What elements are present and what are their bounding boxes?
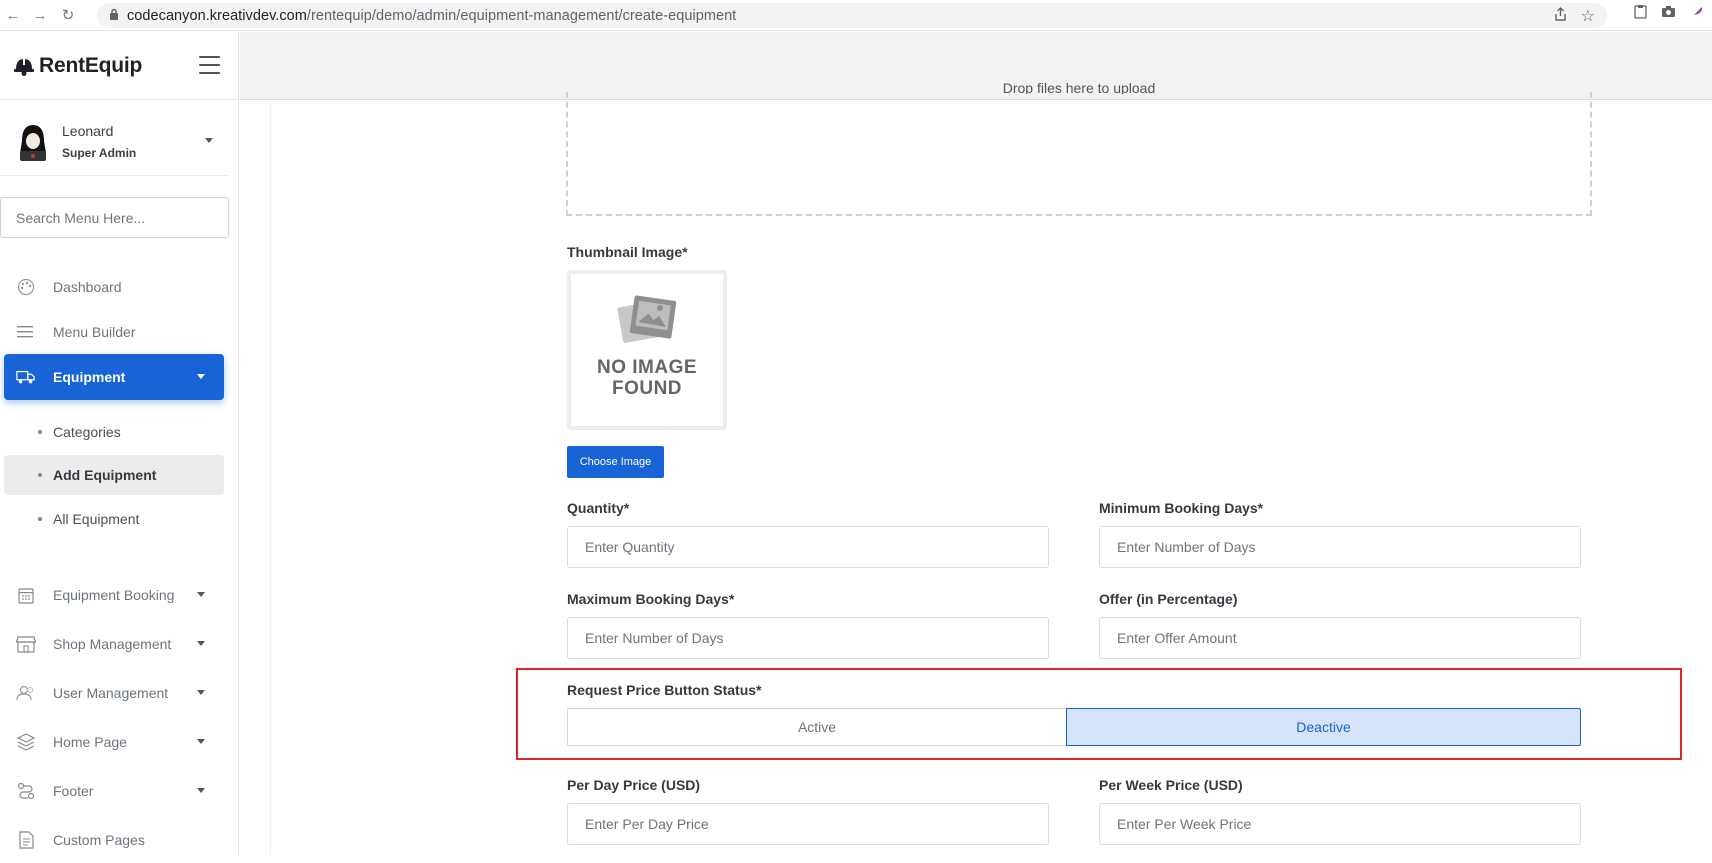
sidebar-subitem-add-equipment[interactable]: Add Equipment — [4, 455, 224, 495]
feather-icon[interactable] — [1690, 5, 1704, 22]
user-role: Super Admin — [62, 146, 137, 160]
lock-icon — [109, 8, 119, 23]
brand[interactable]: RentEquip — [0, 32, 238, 100]
sidebar-item-shop-management[interactable]: Shop Management — [4, 621, 224, 667]
image-placeholder-icon — [616, 294, 678, 353]
user-profile[interactable]: Leonard Super Admin — [0, 104, 229, 179]
file-icon — [16, 830, 36, 850]
offer-input[interactable] — [1099, 617, 1581, 659]
palette-icon — [16, 277, 36, 297]
layers-icon — [16, 732, 36, 752]
sidebar-subitem-all-equipment[interactable]: All Equipment — [4, 499, 224, 539]
share-icon[interactable] — [1554, 7, 1567, 24]
sidebar-item-menu-builder[interactable]: Menu Builder — [4, 309, 224, 355]
caret-down-icon — [197, 788, 205, 793]
route-icon — [16, 781, 36, 801]
caret-down-icon — [197, 641, 205, 646]
hamburger-menu-icon[interactable] — [199, 56, 220, 74]
max-booking-days-input[interactable] — [567, 617, 1049, 659]
request-price-status-label: Request Price Button Status* — [567, 682, 762, 698]
caret-down-icon — [197, 592, 205, 597]
thumbnail-preview: NO IMAGE FOUND — [567, 270, 727, 430]
url-text: codecanyon.kreativdev.com/rentequip/demo… — [127, 7, 737, 24]
avatar — [16, 121, 50, 163]
status-active-button[interactable]: Active — [567, 708, 1066, 746]
caret-down-icon — [197, 739, 205, 744]
caret-down-icon[interactable] — [205, 138, 213, 143]
quantity-input[interactable] — [567, 526, 1049, 568]
dropzone-text: Drop files here to upload — [1002, 80, 1156, 94]
truck-icon — [16, 367, 36, 387]
per-day-price-input[interactable] — [567, 803, 1049, 845]
request-price-status-toggle: Active Deactive — [567, 708, 1581, 746]
clipboard-icon[interactable] — [1634, 4, 1647, 22]
users-icon — [16, 683, 36, 703]
sidebar-item-dashboard[interactable]: Dashboard — [4, 264, 224, 310]
address-bar[interactable]: codecanyon.kreativdev.com/rentequip/demo… — [97, 3, 1607, 28]
sidebar-item-equipment[interactable]: Equipment — [4, 354, 224, 400]
camera-icon[interactable] — [1661, 5, 1676, 21]
thumbnail-label: Thumbnail Image* — [567, 244, 688, 260]
per-day-price-label: Per Day Price (USD) — [567, 777, 701, 793]
reload-icon[interactable]: ↻ — [57, 4, 79, 26]
search-menu-input[interactable] — [0, 197, 229, 238]
divider — [0, 175, 229, 176]
caret-down-icon — [197, 690, 205, 695]
sidebar-item-equipment-booking[interactable]: Equipment Booking — [4, 572, 224, 618]
star-icon[interactable]: ☆ — [1581, 6, 1595, 26]
sidebar-item-home-page[interactable]: Home Page — [4, 719, 224, 765]
choose-image-button[interactable]: Choose Image — [567, 446, 664, 478]
per-week-price-label: Per Week Price (USD) — [1099, 777, 1243, 793]
sidebar-item-user-management[interactable]: User Management — [4, 670, 224, 716]
sidebar-subitem-categories[interactable]: Categories — [4, 412, 224, 452]
sidebar-item-custom-pages[interactable]: Custom Pages — [4, 817, 224, 863]
status-deactive-button[interactable]: Deactive — [1066, 708, 1581, 746]
calendar-icon — [16, 585, 36, 605]
forward-icon[interactable]: → — [29, 4, 51, 26]
bars-icon — [16, 322, 36, 342]
no-image-text: NO IMAGE FOUND — [596, 357, 698, 399]
sidebar-item-footer[interactable]: Footer — [4, 768, 224, 814]
user-name: Leonard — [62, 123, 114, 139]
back-icon[interactable]: ← — [2, 4, 24, 26]
helmet-logo-icon — [13, 55, 35, 77]
offer-label: Offer (in Percentage) — [1099, 591, 1238, 607]
store-icon — [16, 634, 36, 654]
file-dropzone[interactable]: Drop files here to upload — [566, 80, 1592, 216]
brand-name: RentEquip — [39, 53, 143, 77]
min-booking-days-label: Minimum Booking Days* — [1099, 500, 1264, 516]
sidebar: RentEquip Leonard Super Admin Dashboard — [0, 32, 239, 855]
quantity-label: Quantity* — [567, 500, 630, 516]
browser-toolbar: ← → ↻ codecanyon.kreativdev.com/rentequi… — [0, 0, 1712, 31]
min-booking-days-input[interactable] — [1099, 526, 1581, 568]
caret-down-icon — [197, 374, 205, 379]
max-booking-days-label: Maximum Booking Days* — [567, 591, 735, 607]
per-week-price-input[interactable] — [1099, 803, 1581, 845]
